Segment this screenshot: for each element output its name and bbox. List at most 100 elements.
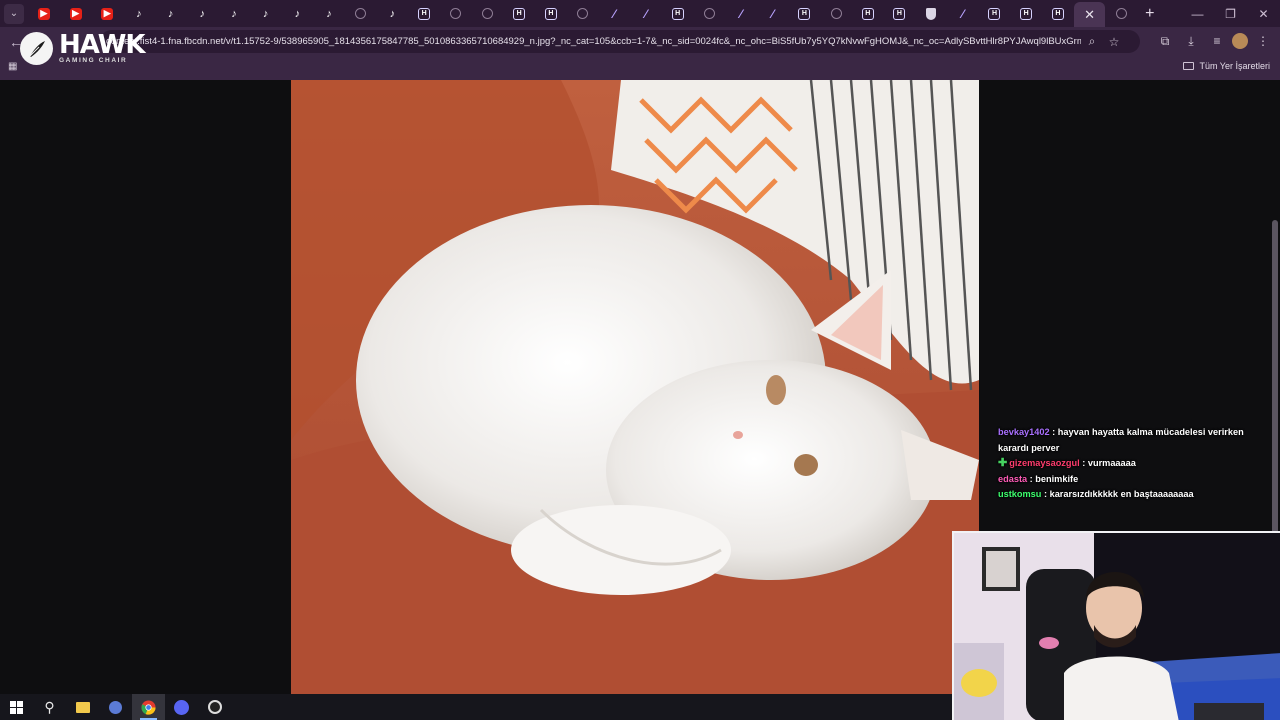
tab[interactable]: ⁄ <box>598 3 630 25</box>
tab[interactable]: ♪ <box>218 3 250 25</box>
tab[interactable]: H <box>1042 3 1074 25</box>
tab[interactable]: ▶ <box>60 3 92 25</box>
tab[interactable]: ⁄ <box>630 3 662 25</box>
tab-search-button[interactable]: ⌄ <box>4 3 24 24</box>
feather-icon: ⁄ <box>644 6 647 21</box>
globe-icon <box>703 8 715 19</box>
tiktok-icon: ♪ <box>389 7 396 20</box>
feather-icon: ⁄ <box>613 6 616 21</box>
tab[interactable] <box>820 3 852 25</box>
close-tab-icon[interactable]: ✕ <box>1084 7 1095 23</box>
media-control-icon[interactable]: ≡ <box>1206 30 1228 52</box>
globe-icon <box>355 8 367 19</box>
tab-list: ▶ ▶ ▶ ♪ ♪ ♪ ♪ ♪ ♪ ♪ ♪ H H H ⁄ ⁄ H ⁄ ⁄ H H H ⁄ H H H <box>28 3 1074 25</box>
tab[interactable]: ⁄ <box>725 3 757 25</box>
tab[interactable]: ♪ <box>155 3 187 25</box>
tab[interactable]: H <box>408 3 440 25</box>
tab[interactable]: H <box>662 3 694 25</box>
h-site-icon: H <box>861 7 874 20</box>
discord-icon[interactable] <box>165 694 198 720</box>
tab[interactable] <box>693 3 725 25</box>
webcam-feed <box>954 533 1280 720</box>
menu-icon[interactable]: ⋮ <box>1252 30 1274 52</box>
globe-icon <box>1115 8 1127 19</box>
streamer-webcam <box>952 531 1280 720</box>
close-window-button[interactable]: ✕ <box>1247 0 1280 27</box>
tab[interactable]: ⁄ <box>757 3 789 25</box>
chrome-icon[interactable] <box>132 694 165 720</box>
file-explorer-icon[interactable] <box>66 694 99 720</box>
h-site-icon: H <box>671 7 684 20</box>
bookmarks-bar: ▦ Tüm Yer İşaretleri <box>0 56 1280 80</box>
tab[interactable]: H <box>535 3 567 25</box>
tab[interactable] <box>915 3 947 25</box>
zoom-icon[interactable]: ⌕ <box>1081 34 1103 49</box>
sub-badge-icon: ✚ <box>998 457 1008 469</box>
globe-icon <box>830 8 842 19</box>
h-site-icon: H <box>1020 7 1033 20</box>
tab[interactable] <box>1105 3 1137 25</box>
extensions-icon[interactable]: ⧉ <box>1154 30 1176 52</box>
tiktok-icon: ♪ <box>167 7 174 20</box>
browser-tab-strip: ⌄ ▶ ▶ ▶ ♪ ♪ ♪ ♪ ♪ ♪ ♪ ♪ H H H ⁄ ⁄ H ⁄ ⁄ H H H ⁄ H H H ✕ + — ❐ ✕ <box>0 0 1280 27</box>
chat-message: edasta : benimkife <box>998 473 1079 484</box>
folder-icon <box>1183 62 1195 70</box>
window-controls: — ❐ ✕ <box>1181 0 1280 27</box>
youtube-icon: ▶ <box>101 7 114 20</box>
chat-text: kararsızdıkkkkk en baştaaaaaaaa <box>1049 489 1194 499</box>
tab[interactable]: ♪ <box>123 3 155 25</box>
start-button[interactable] <box>0 694 33 720</box>
tab[interactable] <box>472 3 504 25</box>
tab[interactable] <box>345 3 377 25</box>
url-text[interactable]: content.fist4-1.fna.fbcdn.net/v/t1.15752… <box>106 36 1081 47</box>
tiktok-icon: ♪ <box>231 7 237 20</box>
h-site-icon: H <box>544 7 557 20</box>
tab[interactable]: ♪ <box>250 3 282 25</box>
tab[interactable]: H <box>789 3 821 25</box>
tab[interactable]: ▶ <box>91 3 123 25</box>
tab[interactable]: H <box>503 3 535 25</box>
search-icon[interactable]: ⚲ <box>33 694 66 720</box>
tab[interactable]: ♪ <box>377 3 409 25</box>
logo-wordmark: HAWK <box>59 30 146 60</box>
tab[interactable]: ▶ <box>28 3 60 25</box>
shield-icon <box>926 7 937 20</box>
h-site-icon: H <box>893 7 906 20</box>
tiktok-icon: ♪ <box>262 7 269 20</box>
download-icon[interactable]: ⤓ <box>1180 30 1202 52</box>
tab[interactable] <box>440 3 472 25</box>
chat-text: vurmaaaaa <box>1087 458 1136 468</box>
maximize-button[interactable]: ❐ <box>1214 0 1247 27</box>
tiktok-icon: ♪ <box>294 7 301 20</box>
profile-avatar[interactable] <box>1232 33 1248 49</box>
minimize-button[interactable]: — <box>1181 0 1214 27</box>
tab[interactable]: H <box>884 3 916 25</box>
chat-message: bevkay1402 : hayvan hayatta kalma mücade… <box>998 427 1244 453</box>
obs-icon[interactable] <box>198 694 231 720</box>
chat-username: ustkomsu <box>998 489 1042 499</box>
tab[interactable]: H <box>852 3 884 25</box>
tab[interactable]: H <box>1010 3 1042 25</box>
chat-message: ✚ gizemaysaozgul : vurmaaaaa <box>998 457 1136 469</box>
all-bookmarks-folder[interactable]: Tüm Yer İşaretleri <box>1183 61 1270 71</box>
tab[interactable]: ♪ <box>186 3 218 25</box>
new-tab-button[interactable]: + <box>1145 5 1154 23</box>
apps-grid-icon[interactable]: ▦ <box>8 61 17 72</box>
tab[interactable] <box>567 3 599 25</box>
h-site-icon: H <box>1051 7 1064 20</box>
bookmark-star-icon[interactable]: ☆ <box>1103 35 1125 49</box>
chat-username: edasta <box>998 473 1028 484</box>
active-tab[interactable]: ✕ <box>1073 2 1106 27</box>
chat-text: benimkife <box>1035 473 1079 484</box>
tab[interactable]: ♪ <box>313 3 345 25</box>
tab[interactable]: ♪ <box>282 3 314 25</box>
tab[interactable]: ⁄ <box>947 3 979 25</box>
tab[interactable]: H <box>979 3 1011 25</box>
tiktok-icon: ♪ <box>136 7 142 20</box>
chrome-logo-icon <box>141 699 156 715</box>
cat-photo-drawing <box>291 80 979 694</box>
chat-message: ustkomsu : kararsızdıkkkkk en baştaaaaaa… <box>998 489 1194 499</box>
app-icon[interactable] <box>99 694 132 720</box>
cat-photo[interactable] <box>291 80 979 694</box>
address-bar[interactable]: content.fist4-1.fna.fbcdn.net/v/t1.15752… <box>100 30 1140 53</box>
